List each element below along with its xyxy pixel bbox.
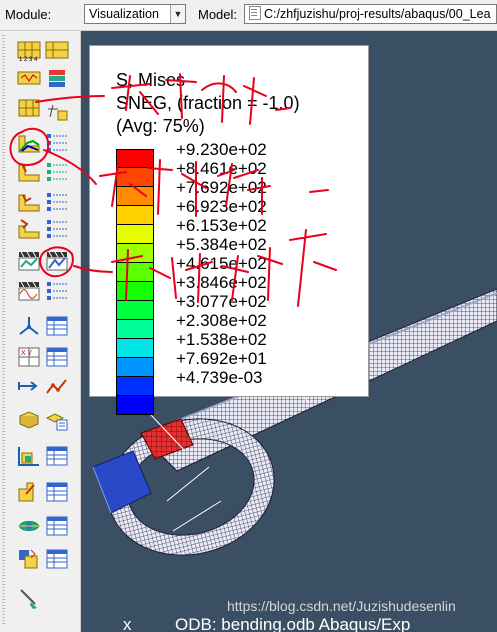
xy-data-table-icon[interactable] — [45, 346, 69, 368]
legend-value: +3.077e+02 — [176, 292, 267, 311]
overlay-options-icon[interactable] — [45, 218, 69, 240]
plot-deformed-icon[interactable] — [17, 68, 41, 90]
model-value: C:/zhfjuzishu/proj-results/abaqus/00_Lea — [264, 7, 491, 21]
axis-x-glyph: x — [123, 615, 132, 632]
xy-data-manager-icon[interactable] — [45, 315, 69, 337]
model-combo[interactable]: C:/zhfjuzishu/proj-results/abaqus/00_Lea — [244, 4, 497, 24]
overlay-plot-icon[interactable] — [17, 218, 41, 240]
svg-text:X Y: X Y — [21, 350, 32, 357]
legend-swatch — [116, 339, 154, 358]
legend-swatch — [116, 282, 154, 301]
legend-value: +1.538e+02 — [176, 330, 267, 349]
legend-swatch — [116, 244, 154, 263]
legend-swatch — [116, 301, 154, 320]
legend-value: +7.692e+01 — [176, 349, 267, 368]
edit-annotation-icon[interactable] — [17, 588, 41, 610]
legend-value: +6.153e+02 — [176, 216, 267, 235]
plot-undeformed-icon[interactable]: 1 2 3 4 — [17, 40, 41, 62]
plot-material-orientations-icon[interactable] — [17, 132, 41, 154]
display-group-manager-icon[interactable] — [45, 481, 69, 503]
legend-swatch — [116, 206, 154, 225]
context-bar: Module: Visualization ▼ Model: C:/zhfjuz… — [0, 0, 497, 31]
legend-swatch — [116, 263, 154, 282]
odb-file-icon — [249, 6, 261, 20]
legend-value: +3.846e+02 — [176, 273, 267, 292]
legend-value: +8.461e+02 — [176, 159, 267, 178]
path-icon[interactable] — [17, 375, 41, 397]
contour-plot-icon[interactable] — [45, 103, 69, 125]
legend-swatch — [116, 358, 154, 377]
animation-options-icon[interactable] — [45, 280, 69, 302]
display-group-icon[interactable] — [17, 481, 41, 503]
odb-status-text: ODB: bending.odb Abaqus/Exp — [175, 615, 411, 632]
legend-swatch — [116, 168, 154, 187]
graphics-viewport[interactable]: S, Mises SNEG, (fraction = -1.0) (Avg: 7… — [81, 31, 497, 632]
legend-value: +9.230e+02 — [176, 140, 267, 159]
legend-value: +4.615e+02 — [176, 254, 267, 273]
legend-swatch — [116, 149, 154, 168]
legend-value: +5.384e+02 — [176, 235, 267, 254]
triad-icon[interactable] — [17, 315, 41, 337]
color-code-icon[interactable] — [17, 548, 41, 570]
allow-multiple-plot-states-icon[interactable] — [45, 132, 69, 154]
legend-swatch — [116, 225, 154, 244]
legend-value: +7.692e+02 — [176, 178, 267, 197]
view-cut-manager-list-icon[interactable] — [45, 445, 69, 467]
report-icon[interactable] — [17, 410, 41, 432]
contour-options-icon[interactable] — [17, 97, 41, 119]
module-value: Visualization — [89, 7, 159, 21]
xy-plot-icon[interactable] — [45, 375, 69, 397]
xy-data-icon[interactable]: X Y — [17, 346, 41, 368]
view-cut-manager-icon[interactable] — [17, 161, 41, 183]
legend-value: +6.923e+02 — [176, 197, 267, 216]
animate-harmonic-icon[interactable] — [17, 280, 41, 302]
plot-symbols-icon[interactable] — [45, 68, 69, 90]
legend-title-averaging: (Avg: 75%) — [116, 116, 205, 136]
legend-title-variable: S, Mises — [116, 70, 186, 90]
watermark-text: https://blog.csdn.net/Juzishudesenlin — [227, 598, 456, 614]
contour-legend[interactable]: S, Mises SNEG, (fraction = -1.0) (Avg: 7… — [89, 45, 369, 415]
svg-text:1 2 3 4: 1 2 3 4 — [19, 57, 38, 62]
animate-scale-factor-icon[interactable] — [17, 250, 41, 272]
legend-swatch — [116, 320, 154, 339]
legend-swatch — [116, 377, 154, 396]
query-list-icon[interactable] — [45, 515, 69, 537]
toolbox-grip[interactable] — [2, 35, 5, 625]
plot-tensor-icon[interactable] — [17, 191, 41, 213]
symbol-options-icon[interactable] — [45, 191, 69, 213]
probe-values-icon[interactable] — [17, 515, 41, 537]
legend-value: +2.308e+02 — [176, 311, 267, 330]
legend-swatch — [116, 187, 154, 206]
animate-time-history-icon[interactable] — [45, 250, 69, 272]
model-label: Model: — [198, 7, 238, 22]
legend-value: +4.739e-03 — [176, 368, 263, 387]
viewport-status: x ODB: bending.odb Abaqus/Exp — [81, 615, 497, 632]
legend-swatch — [116, 396, 154, 415]
legend-title-section: SNEG, (fraction = -1.0) — [116, 93, 300, 113]
plot-contours-icon[interactable] — [45, 40, 69, 62]
module-label: Module: — [5, 7, 52, 22]
color-code-list-icon[interactable] — [45, 548, 69, 570]
view-cut-icon[interactable] — [17, 445, 41, 467]
module-toolbox: 1 2 3 4 X Y — [0, 31, 81, 632]
field-output-list-icon[interactable] — [45, 161, 69, 183]
module-combo[interactable]: Visualization ▼ — [84, 4, 186, 24]
chevron-down-icon[interactable]: ▼ — [170, 5, 185, 23]
free-body-icon[interactable] — [45, 410, 69, 432]
